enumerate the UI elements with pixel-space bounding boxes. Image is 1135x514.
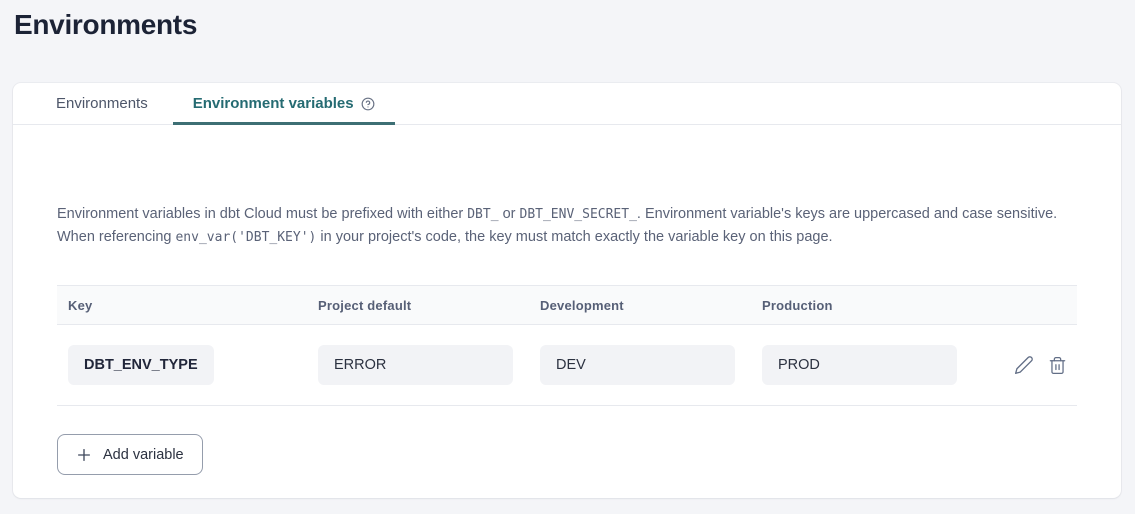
variable-key-cell: DBT_ENV_TYPE xyxy=(68,345,318,385)
tab-bar: Environments Environment variables xyxy=(13,83,1121,125)
add-variable-label: Add variable xyxy=(103,447,184,463)
description-part: or xyxy=(499,206,520,222)
tab-environment-variables[interactable]: Environment variables xyxy=(173,83,395,124)
column-header-production: Production xyxy=(762,298,1008,313)
row-actions xyxy=(1008,355,1077,375)
variable-key-chip: DBT_ENV_TYPE xyxy=(68,345,214,385)
pencil-icon xyxy=(1014,355,1034,375)
delete-variable-button[interactable] xyxy=(1048,356,1067,375)
tab-panel-environment-variables: Environment variables in dbt Cloud must … xyxy=(13,203,1121,498)
page-title: Environments xyxy=(0,0,1135,42)
code-env-var-example: env_var('DBT_KEY') xyxy=(175,230,316,245)
environments-card: Environments Environment variables Envir… xyxy=(13,83,1121,498)
production-value: PROD xyxy=(762,345,957,385)
table-row: DBT_ENV_TYPE ERROR DEV PROD xyxy=(57,325,1077,406)
add-variable-button[interactable]: Add variable xyxy=(57,434,203,475)
column-header-project-default: Project default xyxy=(318,298,540,313)
edit-variable-button[interactable] xyxy=(1014,355,1034,375)
table-header-row: Key Project default Development Producti… xyxy=(57,285,1077,325)
tab-environments[interactable]: Environments xyxy=(42,83,162,124)
development-value: DEV xyxy=(540,345,735,385)
project-default-value: ERROR xyxy=(318,345,513,385)
description-part: Environment variables in dbt Cloud must … xyxy=(57,206,467,222)
plus-icon xyxy=(76,447,92,463)
column-header-key: Key xyxy=(68,298,318,313)
project-default-cell: ERROR xyxy=(318,345,540,385)
code-prefix-dbt-env-secret: DBT_ENV_SECRET_ xyxy=(520,207,637,222)
description-text: Environment variables in dbt Cloud must … xyxy=(57,203,1077,249)
tab-environment-variables-label: Environment variables xyxy=(193,95,354,112)
trash-icon xyxy=(1048,356,1067,375)
variables-table: Key Project default Development Producti… xyxy=(57,285,1077,406)
help-circle-icon[interactable] xyxy=(361,97,375,111)
code-prefix-dbt: DBT_ xyxy=(467,207,498,222)
tab-environments-label: Environments xyxy=(56,95,148,112)
production-cell: PROD xyxy=(762,345,1008,385)
description-part: in your project's code, the key must mat… xyxy=(316,229,832,245)
column-header-development: Development xyxy=(540,298,762,313)
development-cell: DEV xyxy=(540,345,762,385)
